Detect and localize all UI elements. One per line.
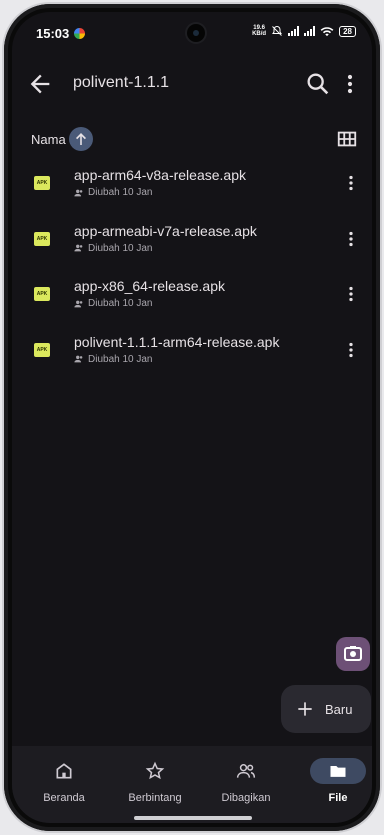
file-meta: Diubah 10 Jan — [74, 187, 153, 198]
file-name: polivent-1.1.1-arm64-release.apk — [74, 333, 280, 350]
file-meta: Diubah 10 Jan — [74, 354, 153, 365]
arrow-up-icon — [76, 133, 86, 145]
sort-label[interactable]: Nama — [31, 132, 66, 147]
file-name: app-armeabi-v7a-release.apk — [74, 222, 257, 239]
file-list: APK app-arm64-v8a-release.apk Diubah 10 … — [12, 162, 372, 384]
nav-item-berbintang[interactable]: Berbintang — [115, 758, 195, 804]
shared-people-icon — [74, 244, 83, 252]
sort-direction-button[interactable] — [69, 127, 93, 151]
file-row[interactable]: APK app-armeabi-v7a-release.apk Diubah 1… — [12, 218, 372, 274]
home-icon — [56, 763, 72, 779]
signal-icon — [288, 26, 300, 36]
google-photos-icon — [74, 28, 85, 39]
apk-file-icon: APK — [34, 342, 50, 357]
scan-camera-button[interactable] — [336, 637, 370, 671]
apk-file-icon: APK — [34, 231, 50, 246]
file-row[interactable]: APK app-arm64-v8a-release.apk Diubah 10 … — [12, 162, 372, 218]
camera-icon — [344, 646, 362, 661]
file-meta: Diubah 10 Jan — [74, 243, 153, 254]
file-name: app-x86_64-release.apk — [74, 278, 225, 294]
folder-icon — [330, 766, 346, 777]
star-icon — [145, 761, 165, 780]
shared-people-icon — [74, 189, 83, 196]
new-button[interactable]: Baru — [281, 685, 371, 733]
new-button-label: Baru — [325, 701, 353, 717]
file-meta: Diubah 10 Jan — [74, 298, 153, 309]
nav-item-file[interactable]: File — [298, 758, 372, 804]
apk-file-icon: APK — [34, 287, 50, 301]
nav-label: Beranda — [43, 792, 85, 804]
status-bar: 15:03 19.6 KB/d 28 — [12, 12, 372, 52]
battery-icon: 28 — [339, 25, 356, 37]
more-vert-icon[interactable] — [336, 70, 364, 98]
file-row[interactable]: APK app-x86_64-release.apk Diubah 10 Jan — [12, 273, 372, 329]
bottom-navigation: Beranda Berbintang Dibagikan File — [12, 746, 372, 823]
page-title: polivent-1.1.1 — [73, 74, 170, 91]
more-vert-icon[interactable] — [340, 283, 362, 305]
nav-label: File — [328, 792, 348, 804]
back-arrow-icon[interactable] — [26, 70, 54, 98]
apk-file-icon: APK — [34, 176, 50, 190]
people-icon — [236, 764, 256, 778]
app-bar: polivent-1.1.1 — [12, 56, 372, 112]
more-vert-icon[interactable] — [340, 228, 362, 250]
shared-people-icon — [74, 300, 83, 307]
nav-label: Berbintang — [128, 792, 182, 804]
file-name: app-arm64-v8a-release.apk — [74, 167, 246, 183]
gesture-bar[interactable] — [134, 816, 252, 820]
screen: 15:03 19.6 KB/d 28 polivent-1.1.1 Nama A… — [12, 12, 372, 823]
sort-row: Nama — [12, 120, 372, 160]
more-vert-icon[interactable] — [340, 339, 362, 361]
search-icon[interactable] — [304, 70, 332, 98]
wifi-icon — [320, 26, 334, 36]
grid-view-icon[interactable] — [336, 128, 358, 150]
nav-label: Dibagikan — [221, 792, 271, 804]
phone-frame: 15:03 19.6 KB/d 28 polivent-1.1.1 Nama A… — [4, 4, 380, 831]
status-icons: 19.6 KB/d 28 — [252, 25, 356, 37]
status-time: 15:03 — [36, 26, 70, 41]
signal-icon-2 — [304, 26, 316, 36]
net-speed: 19.6 KB/d — [252, 25, 267, 37]
shared-people-icon — [74, 355, 83, 363]
bell-off-icon — [272, 25, 283, 36]
nav-item-beranda[interactable]: Beranda — [24, 758, 104, 804]
nav-item-dibagikan[interactable]: Dibagikan — [206, 758, 286, 804]
file-row[interactable]: APK polivent-1.1.1-arm64-release.apk Diu… — [12, 329, 372, 385]
plus-icon — [298, 702, 312, 716]
front-camera — [187, 24, 205, 42]
more-vert-icon[interactable] — [340, 172, 362, 194]
